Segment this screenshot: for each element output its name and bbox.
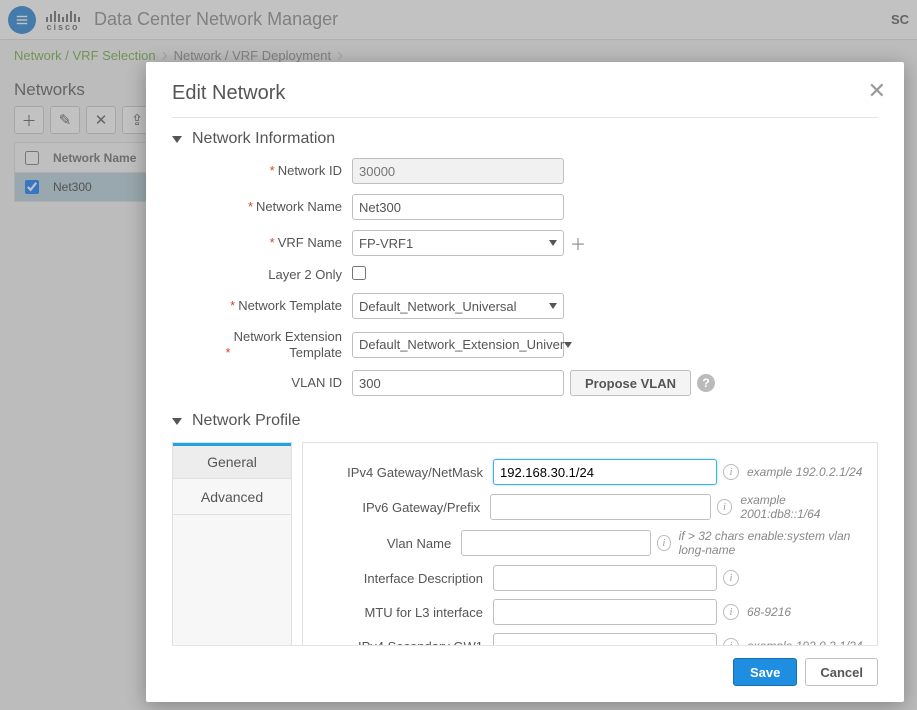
profile-form: IPv4 Gateway/NetMask i example 192.0.2.1… bbox=[302, 442, 878, 645]
info-icon[interactable]: i bbox=[723, 570, 739, 586]
network-template-dropdown[interactable]: Default_Network_Universal bbox=[352, 293, 564, 319]
tab-general[interactable]: General bbox=[173, 443, 291, 479]
vrf-name-dropdown[interactable]: FP-VRF1 bbox=[352, 230, 564, 256]
modal-footer: Save Cancel bbox=[172, 645, 878, 686]
mtu-input[interactable] bbox=[493, 599, 717, 625]
vlan-name-input[interactable] bbox=[461, 530, 651, 556]
add-vrf-icon[interactable]: ＋ bbox=[570, 231, 586, 255]
cancel-button[interactable]: Cancel bbox=[805, 658, 878, 686]
tab-advanced[interactable]: Advanced bbox=[173, 479, 291, 515]
info-icon[interactable]: i bbox=[723, 604, 739, 620]
save-button[interactable]: Save bbox=[733, 658, 797, 686]
info-icon[interactable]: i bbox=[723, 638, 739, 645]
help-icon[interactable]: ? bbox=[697, 374, 715, 392]
ipv4-gateway-input[interactable] bbox=[493, 459, 717, 485]
section-network-information[interactable]: Network Information bbox=[172, 130, 878, 148]
chevron-down-icon bbox=[549, 240, 557, 246]
caret-down-icon bbox=[172, 418, 182, 425]
vlan-id-input[interactable] bbox=[352, 370, 564, 396]
info-icon[interactable]: i bbox=[717, 499, 733, 515]
info-icon[interactable]: i bbox=[723, 464, 739, 480]
section-network-profile[interactable]: Network Profile bbox=[172, 412, 878, 430]
close-icon[interactable]: ✕ bbox=[868, 78, 886, 104]
interface-description-input[interactable] bbox=[493, 565, 717, 591]
caret-down-icon bbox=[172, 136, 182, 143]
ipv6-gateway-input[interactable] bbox=[490, 494, 710, 520]
ipv4-secondary-gw1-input[interactable] bbox=[493, 633, 717, 645]
network-name-input[interactable] bbox=[352, 194, 564, 220]
modal-title: Edit Network bbox=[172, 82, 878, 105]
layer2-only-checkbox[interactable] bbox=[352, 266, 366, 280]
network-extension-template-dropdown[interactable]: Default_Network_Extension_Univer bbox=[352, 332, 564, 358]
chevron-down-icon bbox=[564, 342, 572, 348]
propose-vlan-button[interactable]: Propose VLAN bbox=[570, 370, 691, 396]
edit-network-modal: Edit Network ✕ Network Information *Netw… bbox=[146, 62, 904, 702]
info-icon[interactable]: i bbox=[657, 535, 670, 551]
chevron-down-icon bbox=[549, 303, 557, 309]
network-id-input bbox=[352, 158, 564, 184]
profile-tabs: General Advanced bbox=[172, 442, 292, 645]
